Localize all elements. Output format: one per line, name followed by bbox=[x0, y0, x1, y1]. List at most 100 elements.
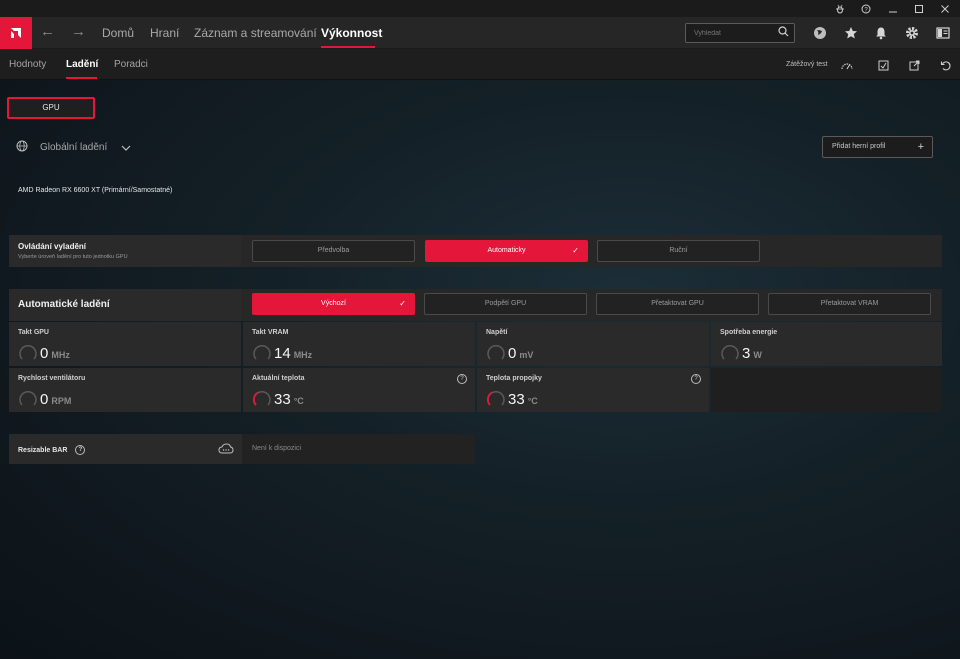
forward-arrow-icon[interactable]: → bbox=[71, 23, 86, 40]
metric-unit: MHz bbox=[51, 350, 70, 360]
empty-metric-cell bbox=[711, 368, 942, 412]
checkmark-icon: ✓ bbox=[572, 246, 579, 255]
metric-junction-temperature: Teplota propojky 33 °C? bbox=[477, 368, 709, 412]
gauge-icon bbox=[252, 389, 272, 412]
metric-value: 3 bbox=[742, 345, 751, 362]
tuning-option-preset[interactable]: Předvolba bbox=[252, 240, 415, 262]
nav-record-stream[interactable]: Záznam a streamování bbox=[194, 26, 317, 40]
resizable-bar-value: Není k dispozici bbox=[252, 445, 302, 452]
tuning-option-automatic[interactable]: Automaticky ✓ bbox=[425, 240, 588, 262]
tuning-option-preset-label: Předvolba bbox=[317, 247, 350, 254]
add-game-profile-button[interactable]: Přidat herní profil + bbox=[822, 136, 933, 158]
metric-power-draw: Spotřeba energie 3 W bbox=[711, 322, 942, 366]
tuning-option-manual-label: Ruční bbox=[669, 247, 688, 254]
help-icon[interactable]: ? bbox=[853, 1, 879, 16]
metric-value-row: 14 MHz bbox=[274, 345, 312, 362]
settings-gear-icon[interactable] bbox=[903, 24, 921, 42]
metric-label: Spotřeba energie bbox=[720, 329, 778, 336]
metric-value-row: 33 °C bbox=[508, 391, 538, 408]
auto-option-overclock-gpu[interactable]: Přetaktovat GPU bbox=[596, 293, 759, 315]
title-bar: ? bbox=[0, 0, 960, 17]
back-arrow-icon[interactable]: ← bbox=[40, 23, 55, 40]
metric-label: Teplota propojky bbox=[486, 375, 542, 382]
metric-fan-speed: Rychlost ventilátoru 0 RPM bbox=[9, 368, 241, 412]
auto-tuning-title: Automatické ladění bbox=[18, 299, 110, 310]
tuning-option-manual[interactable]: Ruční bbox=[597, 240, 760, 262]
metric-value: 0 bbox=[40, 345, 49, 362]
global-tuning-selector[interactable]: Globální ladění bbox=[16, 140, 131, 155]
auto-option-default-label: Výchozí bbox=[321, 300, 346, 307]
metric-value-row: 0 RPM bbox=[40, 391, 71, 408]
close-icon[interactable] bbox=[932, 1, 958, 16]
metric-unit: mV bbox=[519, 350, 534, 360]
main-navigation: ← → Domů Hraní Záznam a streamování Výko… bbox=[0, 17, 960, 49]
metric-value: 33 bbox=[508, 391, 525, 408]
minimize-icon[interactable] bbox=[880, 1, 906, 16]
tab-active-indicator bbox=[66, 77, 97, 79]
metric-value: 0 bbox=[40, 391, 49, 408]
nav-gaming[interactable]: Hraní bbox=[150, 26, 179, 40]
cloud-chat-icon[interactable] bbox=[218, 443, 234, 458]
metric-unit: MHz bbox=[293, 350, 313, 360]
bug-report-icon[interactable] bbox=[827, 1, 853, 16]
layout-panel-icon[interactable] bbox=[934, 24, 952, 42]
nav-home[interactable]: Domů bbox=[102, 26, 134, 40]
notifications-bell-icon[interactable] bbox=[872, 24, 890, 42]
globe-icon bbox=[16, 140, 28, 155]
tuning-control-subtitle: Vyberte úroveň ladění pro tuto jednotku … bbox=[18, 254, 128, 260]
metric-value-row: 3W bbox=[742, 345, 762, 362]
gauge-icon bbox=[720, 343, 740, 366]
metric-value: 14 bbox=[274, 345, 291, 362]
stress-test-gauge-icon[interactable] bbox=[840, 58, 854, 72]
add-game-profile-label: Přidat herní profil bbox=[832, 143, 886, 150]
help-icon[interactable]: ? bbox=[457, 374, 467, 384]
auto-option-overclock-vram[interactable]: Přetaktovat VRAM bbox=[768, 293, 931, 315]
search-icon[interactable] bbox=[778, 26, 789, 40]
auto-tuning-header: Automatické ladění bbox=[9, 289, 241, 321]
tab-advisors[interactable]: Poradci bbox=[114, 59, 148, 70]
tuning-option-automatic-label: Automaticky bbox=[487, 247, 526, 254]
auto-option-default[interactable]: Výchozí ✓ bbox=[252, 293, 415, 315]
metric-value-row: 0 mV bbox=[508, 345, 533, 362]
checkmark-icon: ✓ bbox=[399, 299, 406, 308]
metric-label: Takt VRAM bbox=[252, 329, 289, 336]
metric-unit: °C bbox=[527, 396, 538, 406]
metric-label: Napětí bbox=[486, 329, 508, 336]
metric-unit: RPM bbox=[51, 396, 72, 406]
metric-value-row: 0 MHz bbox=[40, 345, 70, 362]
metric-value: 0 bbox=[508, 345, 517, 362]
chevron-down-icon bbox=[121, 142, 131, 154]
metric-value-row: 33 °C bbox=[274, 391, 304, 408]
gauge-icon bbox=[252, 343, 272, 366]
auto-option-undervolt-gpu[interactable]: Podpětí GPU bbox=[424, 293, 587, 315]
gauge-icon bbox=[486, 343, 506, 366]
auto-option-overclock-gpu-label: Přetaktovat GPU bbox=[651, 300, 704, 307]
tab-metrics[interactable]: Hodnoty bbox=[9, 59, 46, 70]
favorites-star-icon[interactable] bbox=[842, 24, 860, 42]
amd-logo-icon[interactable] bbox=[0, 17, 32, 49]
metric-vram-clock: Takt VRAM 14 MHz bbox=[243, 322, 475, 366]
nav-performance[interactable]: Výkonnost bbox=[321, 26, 382, 40]
metric-label: Rychlost ventilátoru bbox=[18, 375, 86, 382]
plus-icon: + bbox=[917, 141, 924, 153]
auto-option-undervolt-label: Podpětí GPU bbox=[484, 300, 527, 307]
metric-unit: °C bbox=[293, 396, 304, 406]
gauge-icon bbox=[18, 389, 38, 412]
metric-value: 33 bbox=[274, 391, 291, 408]
help-icon[interactable]: ? bbox=[691, 374, 701, 384]
gpu-device-name: AMD Radeon RX 6600 XT (Primární/Samostat… bbox=[18, 187, 173, 194]
reset-icon[interactable] bbox=[938, 58, 952, 72]
gpu-device-tab[interactable]: GPU bbox=[7, 97, 95, 119]
gauge-icon bbox=[486, 389, 506, 412]
resizable-bar-label: Resizable BAR bbox=[18, 446, 68, 454]
help-icon[interactable]: ? bbox=[75, 445, 86, 455]
metric-label: Takt GPU bbox=[18, 329, 49, 336]
stress-test-label[interactable]: Zátěžový test bbox=[786, 61, 828, 68]
globe-web-icon[interactable] bbox=[811, 24, 829, 42]
maximize-icon[interactable] bbox=[906, 1, 932, 16]
metric-voltage: Napětí 0 mV bbox=[477, 322, 709, 366]
gauge-icon bbox=[18, 343, 38, 366]
tab-tuning[interactable]: Ladění bbox=[66, 59, 98, 70]
import-profile-icon[interactable] bbox=[876, 58, 890, 72]
export-profile-icon[interactable] bbox=[907, 58, 921, 72]
